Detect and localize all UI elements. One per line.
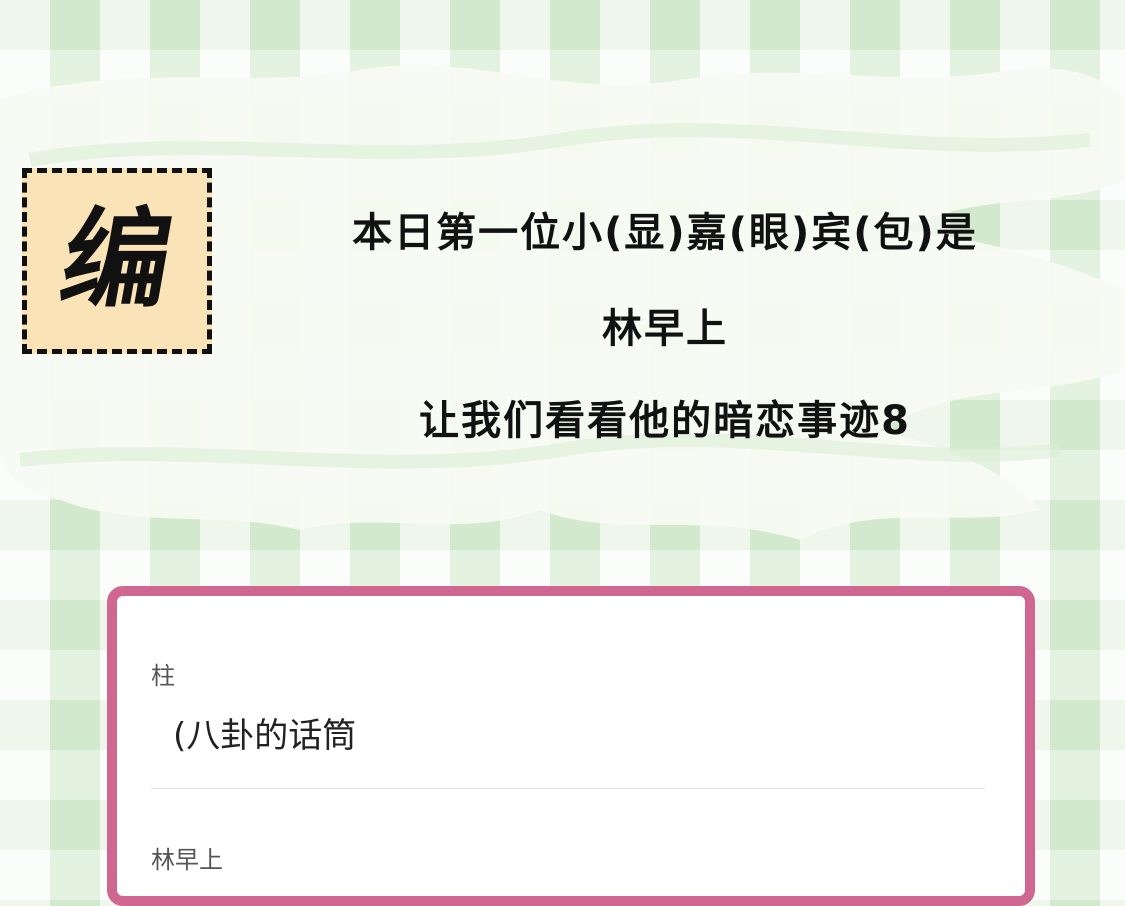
headline-line-2: 林早上 bbox=[602, 306, 728, 352]
editor-badge: 编 bbox=[22, 168, 212, 354]
chat-divider bbox=[151, 788, 985, 789]
chat-speaker-name: 柱 bbox=[151, 662, 175, 690]
chat-card: 柱 (八卦的话筒 林早上 bbox=[107, 586, 1035, 906]
headline-line-3: 让我们看看他的暗恋事迹8 bbox=[419, 398, 911, 444]
chat-speaker-name: 林早上 bbox=[151, 846, 223, 874]
chat-message-text: (八卦的话筒 bbox=[173, 716, 357, 756]
headline-line-1: 本日第一位小(显)嘉(眼)宾(包)是 bbox=[352, 210, 978, 256]
editor-badge-char: 编 bbox=[52, 198, 183, 323]
